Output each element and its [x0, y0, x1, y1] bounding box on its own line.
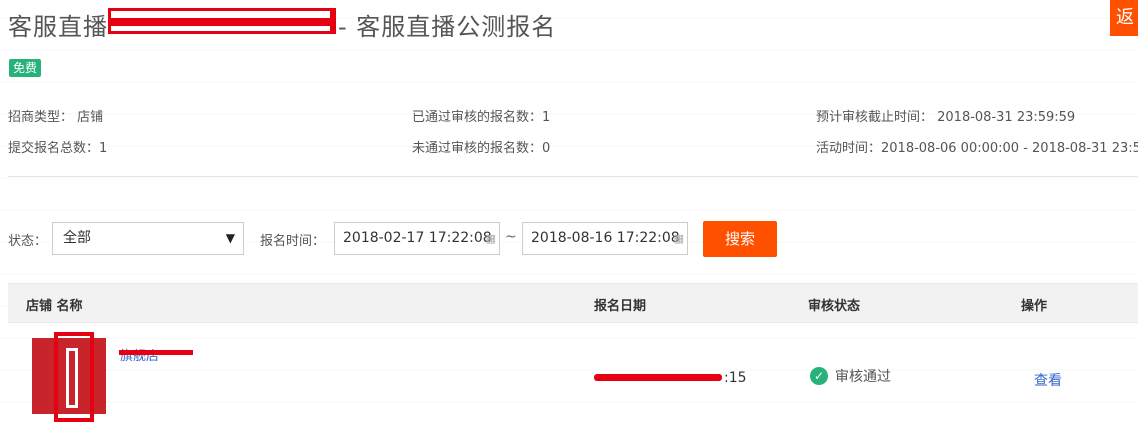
column-header-status: 审核状态: [808, 299, 861, 314]
search-button[interactable]: 搜索: [703, 221, 777, 257]
review-status-text: 审核通过: [835, 369, 891, 385]
apply-time-label: 报名时间：: [260, 234, 326, 249]
total-submitted: 提交报名总数：1: [8, 141, 108, 156]
table-header: 店铺 名称 报名日期 审核状态 操作: [8, 283, 1138, 323]
store-logo-image: [32, 332, 106, 422]
activity-time: 活动时间：2018-08-06 00:00:00 - 2018-08-31 23…: [816, 141, 1138, 156]
page-title: 客服直播 - 客服直播公测报名: [8, 6, 556, 42]
status-select-value: 全部: [63, 230, 91, 246]
date-to-value: 2018-08-16 17:22:08: [531, 230, 680, 246]
redaction-box: [66, 348, 78, 408]
watermark-pattern: [0, 0, 1138, 433]
date-from-input[interactable]: 2018-02-17 17:22:08 ▦: [334, 222, 500, 255]
column-header-apply-date: 报名日期: [594, 299, 647, 314]
merchant-type: 招商类型： 店铺: [8, 110, 104, 125]
rejected-count: 未通过审核的报名数：0: [412, 141, 551, 156]
calendar-icon: ▦: [485, 232, 496, 245]
free-badge: 免费: [9, 59, 42, 77]
page-title-prefix: 客服直播: [8, 12, 108, 41]
redacted-title-segment: [108, 6, 338, 42]
redaction-bar: [108, 18, 336, 26]
status-label: 状态：: [8, 234, 48, 249]
page-title-suffix: - 客服直播公测报名: [338, 12, 557, 41]
redaction-bar: [119, 350, 193, 355]
redaction-bar: [594, 374, 722, 381]
status-select[interactable]: 全部 ▼: [52, 222, 244, 255]
column-header-action: 操作: [1021, 299, 1048, 314]
date-range-separator: ~: [505, 229, 517, 245]
divider: [8, 176, 1138, 177]
column-header-store: 店铺 名称: [26, 299, 83, 314]
date-from-value: 2018-02-17 17:22:08: [343, 230, 492, 246]
calendar-icon: ▦: [673, 232, 684, 245]
date-to-input[interactable]: 2018-08-16 17:22:08 ▦: [522, 222, 688, 255]
approved-count: 已通过审核的报名数：1: [412, 110, 551, 125]
check-circle-icon: ✓: [810, 367, 828, 385]
chevron-down-icon: ▼: [225, 231, 235, 245]
view-link[interactable]: 查看: [1034, 370, 1062, 390]
back-button[interactable]: 返回: [1110, 0, 1138, 36]
review-deadline: 预计审核截止时间： 2018-08-31 23:59:59: [816, 110, 1076, 125]
review-status: ✓ 审核通过: [810, 366, 891, 386]
